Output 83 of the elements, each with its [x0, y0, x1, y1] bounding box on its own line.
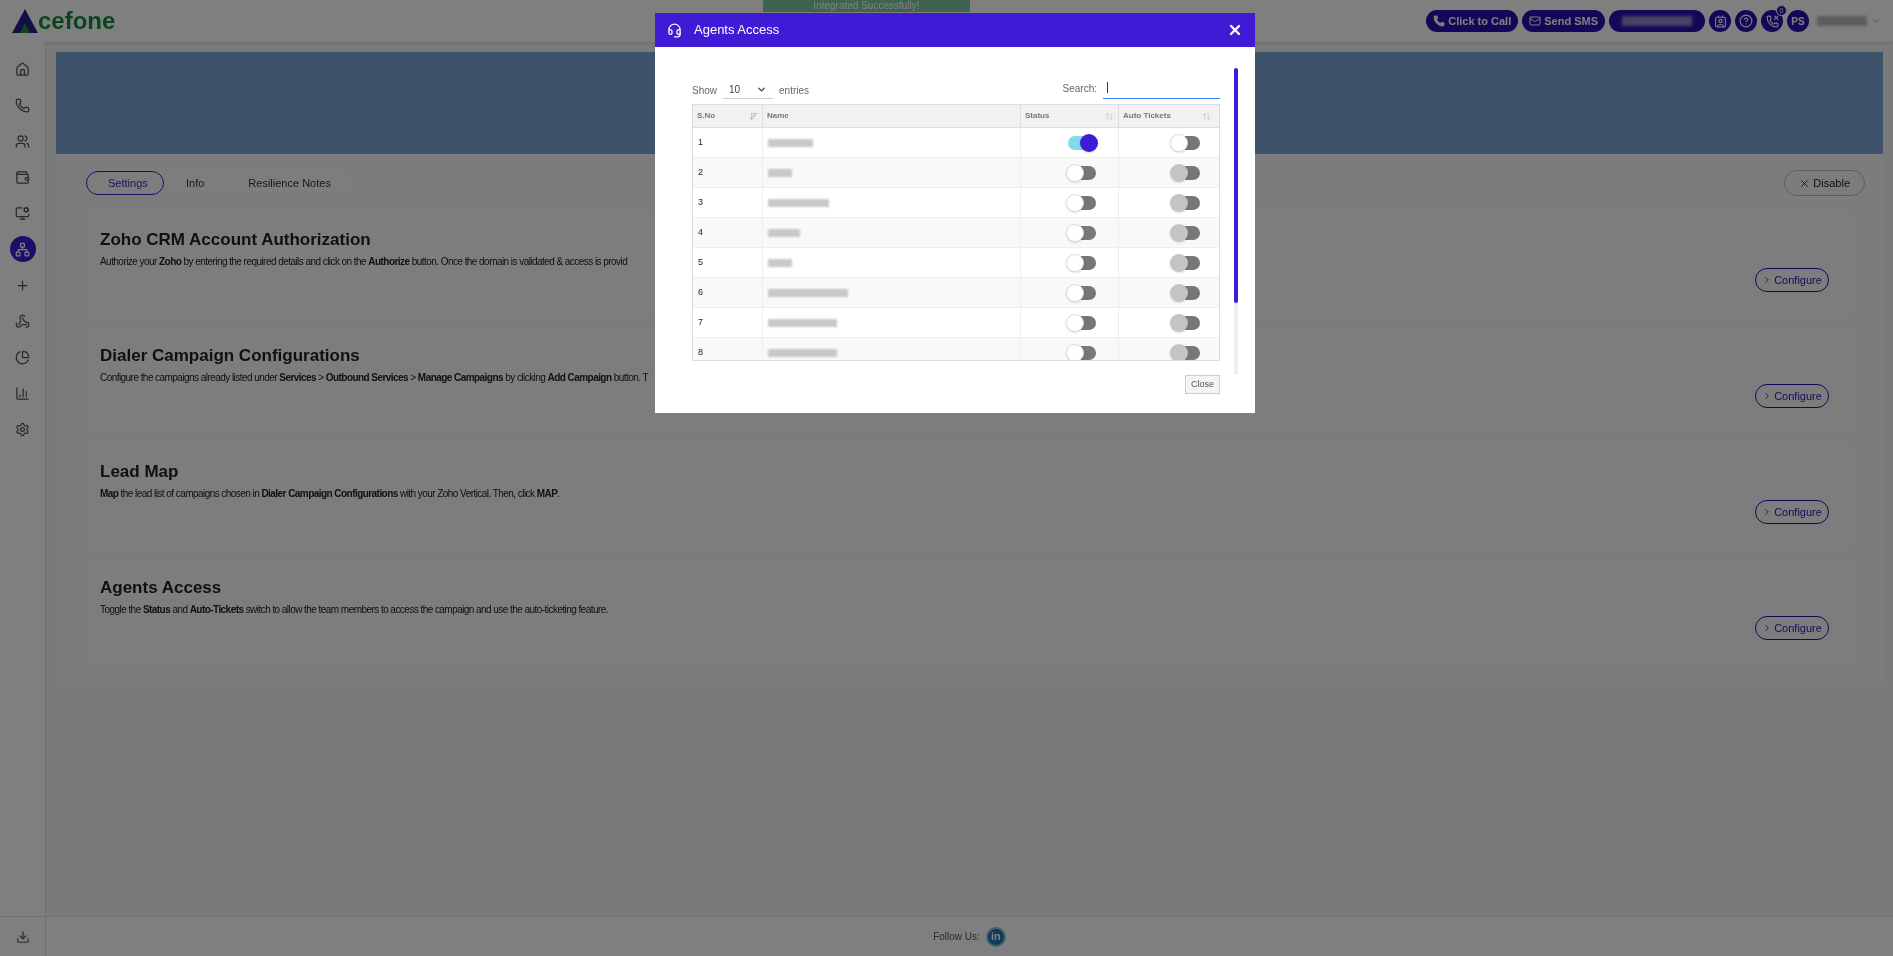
table-cell: 1	[693, 128, 763, 157]
card-title: Dialer Campaign Configurations	[100, 345, 360, 367]
sidebar-item[interactable]	[9, 236, 36, 262]
help-button[interactable]	[1735, 10, 1757, 32]
network-icon	[15, 241, 30, 257]
card-title: Lead Map	[100, 461, 179, 483]
phone-number-pill[interactable]	[1609, 10, 1705, 32]
settings-icon	[15, 421, 30, 437]
card-description: Map the lead list of campaigns chosen in Dialer Campaign Configurations with your Zoho Vertical. Then, click MAP.	[100, 487, 560, 501]
sort-icon	[1202, 111, 1211, 121]
search-label: Search:	[1062, 81, 1097, 96]
table-cell: 5	[693, 248, 763, 277]
tab[interactable]: Info	[164, 171, 227, 195]
toggle-switch[interactable]	[1068, 285, 1096, 300]
monitor-gear-icon	[15, 205, 30, 221]
missed-calls-button[interactable]	[1761, 10, 1783, 32]
help-icon	[1739, 14, 1753, 28]
download-icon[interactable]	[15, 929, 30, 944]
show-label: Show	[692, 83, 717, 98]
card-title: Agents Access	[100, 577, 222, 599]
hook-icon	[15, 313, 30, 329]
redacted-name	[768, 348, 837, 357]
table-cell: 4	[693, 218, 763, 247]
toggle-switch[interactable]	[1068, 345, 1096, 360]
redacted-name	[768, 318, 837, 327]
table-cell: 7	[693, 308, 763, 337]
card-description: Configure the campaigns already listed under Services > Outbound Services > Manage Campaigns by clicking Add Campaign button. T	[100, 371, 649, 385]
send-sms-button[interactable]: Send SMS	[1522, 10, 1605, 32]
redacted-user-name	[1817, 16, 1867, 26]
users-icon	[15, 133, 30, 149]
toggle-switch[interactable]	[1068, 315, 1096, 330]
wallet-icon	[15, 169, 30, 185]
agent-status-button[interactable]	[1709, 10, 1731, 32]
page-size-select[interactable]: 10	[723, 81, 773, 99]
toggle-switch[interactable]	[1068, 135, 1096, 150]
toggle-switch[interactable]	[1172, 135, 1200, 150]
column-header[interactable]: Status	[1021, 105, 1119, 127]
missed-call-icon	[1765, 14, 1779, 28]
phone-icon	[15, 97, 30, 113]
close-icon[interactable]	[1227, 22, 1243, 38]
table-cell: 8	[693, 338, 763, 360]
headset-icon	[667, 22, 682, 38]
follow-us-label: Follow Us:	[933, 930, 980, 944]
card-title: Zoho CRM Account Authorization	[100, 229, 371, 251]
chevron-down-icon	[1871, 16, 1881, 26]
scrollbar[interactable]	[1234, 68, 1238, 375]
pie-chart-icon	[15, 349, 30, 365]
redacted-name	[768, 228, 800, 237]
table-cell: 2	[693, 158, 763, 187]
redacted-name	[768, 168, 792, 177]
plus-icon	[15, 277, 30, 293]
close-button[interactable]: Close	[1185, 375, 1220, 394]
phone-icon	[1433, 15, 1446, 27]
column-header[interactable]: S.No	[693, 105, 763, 127]
toggle-switch[interactable]	[1068, 195, 1096, 210]
logo-text: cefone	[38, 9, 116, 33]
home-icon	[15, 61, 30, 77]
card-description: Authorize your Zoho by entering the required details and click on the Authorize button. Once the domain is validated & access is provid	[100, 255, 628, 269]
redacted-name	[768, 138, 813, 147]
logo-icon	[12, 9, 38, 33]
card-description: Toggle the Status and Auto-Tickets switch to allow the team members to access the campaign and use the auto-ticketing feature.	[100, 603, 609, 617]
click-to-call-button[interactable]: Click to Call	[1426, 10, 1519, 32]
column-header[interactable]: Auto Tickets	[1119, 105, 1215, 127]
redacted-name	[768, 258, 792, 267]
bar-chart-icon	[15, 385, 30, 401]
chevron-down-icon	[756, 84, 767, 95]
tab[interactable]: Resilience Notes	[226, 171, 353, 195]
table-cell: 6	[693, 278, 763, 307]
redacted-name	[768, 198, 829, 207]
sort-icon	[749, 111, 758, 121]
close-icon	[1799, 177, 1811, 189]
contact-card-icon	[1713, 14, 1727, 28]
entries-label: entries	[779, 83, 810, 98]
toggle-switch[interactable]	[1068, 165, 1096, 180]
table-cell: 3	[693, 188, 763, 217]
mail-icon	[1529, 15, 1542, 27]
toggle-switch[interactable]	[1068, 255, 1096, 270]
column-header[interactable]: Name	[763, 105, 1021, 127]
dialog-title: Agents Access	[694, 21, 780, 40]
sort-icon	[1105, 111, 1114, 121]
linkedin-link[interactable]: in	[985, 926, 1006, 947]
user-avatar[interactable]: PS	[1787, 10, 1809, 32]
toggle-switch[interactable]	[1068, 225, 1096, 240]
